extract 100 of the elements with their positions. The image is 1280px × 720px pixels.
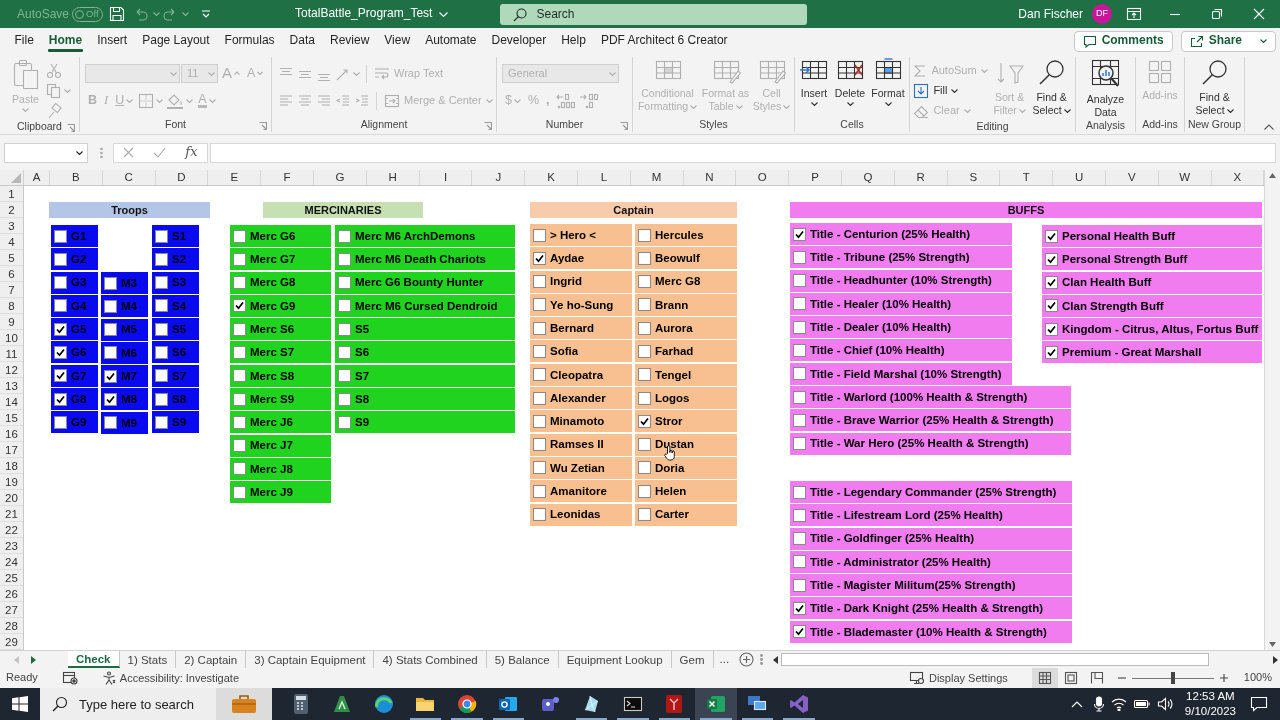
zoom-slider-thumb[interactable] bbox=[1170, 672, 1175, 684]
checkbox[interactable] bbox=[54, 276, 67, 290]
zoom-in-icon[interactable] bbox=[1219, 674, 1228, 682]
analyze-data-button[interactable]: Analyze Data bbox=[1081, 57, 1130, 119]
checkbox[interactable] bbox=[338, 229, 351, 243]
checkbox-option[interactable]: Title - Field Marshal (10% Strength) bbox=[790, 362, 1012, 385]
checkbox-option[interactable]: Title - Blademaster (10% Health & Strength) bbox=[790, 620, 1072, 643]
checkbox[interactable] bbox=[793, 227, 806, 241]
checkbox-option[interactable]: Merc J8 bbox=[230, 457, 331, 480]
checkbox[interactable] bbox=[233, 276, 246, 290]
collapse-ribbon-icon[interactable] bbox=[1264, 124, 1274, 130]
checkbox[interactable] bbox=[793, 437, 806, 451]
checkbox[interactable] bbox=[533, 438, 546, 452]
close-icon[interactable] bbox=[1253, 8, 1265, 20]
checkbox-option[interactable]: Merc G9 bbox=[230, 294, 331, 317]
checkbox[interactable] bbox=[638, 391, 651, 405]
checkbox[interactable] bbox=[155, 229, 168, 243]
checkbox[interactable] bbox=[233, 462, 246, 476]
find-select-button[interactable]: Find & Select bbox=[1192, 57, 1237, 117]
checkbox-option[interactable]: Dustan bbox=[635, 433, 737, 456]
horizontal-scrollbar-thumb[interactable] bbox=[781, 653, 1210, 666]
column-header[interactable]: H bbox=[366, 170, 420, 185]
checkbox[interactable] bbox=[338, 346, 351, 359]
checkbox[interactable] bbox=[638, 345, 651, 358]
checkbox-option[interactable]: Title - Dealer (10% Health) bbox=[790, 316, 1012, 339]
row-header[interactable]: 1 bbox=[0, 186, 23, 202]
row-header[interactable]: 19 bbox=[0, 474, 23, 490]
checkbox[interactable] bbox=[638, 321, 651, 335]
checkbox-option[interactable]: Personal Health Buff bbox=[1042, 225, 1262, 247]
checkbox[interactable] bbox=[638, 461, 651, 475]
checkbox-option[interactable]: Title - Warlord (100% Health & Strength) bbox=[790, 386, 1071, 409]
column-header[interactable]: S bbox=[947, 170, 1001, 185]
checkbox-option[interactable]: Title - Headhunter (10% Strength) bbox=[790, 269, 1012, 292]
user-avatar[interactable]: DF bbox=[1092, 4, 1112, 24]
checkbox-option[interactable]: Doria bbox=[635, 456, 737, 479]
checkbox[interactable] bbox=[338, 369, 351, 383]
checkbox-option[interactable]: Merc M6 ArchDemons bbox=[335, 225, 515, 247]
column-header[interactable]: P bbox=[789, 170, 842, 185]
save-icon[interactable] bbox=[109, 6, 126, 22]
ribbon-display-icon[interactable] bbox=[1126, 7, 1142, 21]
column-header[interactable]: I bbox=[419, 170, 473, 185]
checkbox-option[interactable]: Premium - Great Marshall bbox=[1042, 341, 1262, 364]
checkbox[interactable] bbox=[54, 392, 67, 406]
checkbox[interactable] bbox=[104, 346, 117, 360]
chevron-up-icon[interactable] bbox=[1070, 700, 1083, 708]
checkbox-option[interactable]: S7 bbox=[335, 364, 515, 387]
checkbox[interactable] bbox=[533, 368, 546, 382]
checkbox-option[interactable]: S8 bbox=[335, 388, 515, 411]
speech-bubble-icon[interactable] bbox=[1250, 696, 1268, 712]
checkbox-option[interactable]: Title - Centurion (25% Health) bbox=[790, 223, 1012, 245]
menu-tab[interactable]: PDF Architect 6 Creator bbox=[593, 28, 736, 54]
row-header[interactable]: 7 bbox=[0, 282, 23, 298]
select-all-icon[interactable] bbox=[11, 173, 21, 183]
checkbox[interactable] bbox=[533, 508, 546, 522]
checkbox[interactable] bbox=[338, 392, 351, 406]
checkbox-option[interactable]: Personal Strength Buff bbox=[1042, 248, 1262, 271]
delete-button[interactable]: Delete bbox=[832, 57, 868, 106]
more-sheets-button[interactable]: ... bbox=[713, 651, 736, 668]
checkbox[interactable] bbox=[533, 251, 546, 265]
checkbox-option[interactable]: Title - Tribune (25% Strength) bbox=[790, 246, 1012, 269]
row-header[interactable]: 9 bbox=[0, 314, 23, 330]
checkbox[interactable] bbox=[54, 415, 67, 429]
checkbox-option[interactable]: Stror bbox=[635, 410, 737, 433]
menu-tab[interactable]: File bbox=[7, 28, 42, 54]
checkbox-option[interactable]: Ramses II bbox=[530, 433, 632, 456]
checkbox[interactable] bbox=[54, 229, 67, 243]
checkbox[interactable] bbox=[155, 392, 168, 406]
checkbox[interactable] bbox=[793, 344, 806, 357]
checkbox[interactable] bbox=[638, 414, 651, 428]
checkbox[interactable] bbox=[533, 275, 546, 289]
column-header[interactable]: V bbox=[1105, 170, 1159, 185]
checkbox-option[interactable]: Merc S7 bbox=[230, 341, 331, 364]
checkbox[interactable] bbox=[338, 299, 351, 313]
checkbox-option[interactable]: Title - Goldfinger (25% Health) bbox=[790, 527, 1072, 550]
checkbox[interactable] bbox=[793, 555, 806, 569]
checkbox[interactable] bbox=[793, 250, 806, 264]
checkbox-option[interactable]: Alexander bbox=[530, 387, 632, 410]
menu-tab[interactable]: Developer bbox=[484, 28, 554, 54]
column-header[interactable]: A bbox=[24, 170, 50, 185]
checkbox[interactable] bbox=[233, 346, 246, 359]
column-header[interactable]: J bbox=[472, 170, 526, 185]
checkbox[interactable] bbox=[793, 274, 806, 288]
checkbox[interactable] bbox=[1045, 252, 1058, 266]
zoom-level[interactable]: 100% bbox=[1243, 671, 1272, 685]
menu-tab[interactable]: Page Layout bbox=[134, 28, 218, 54]
row-header[interactable]: 10 bbox=[0, 330, 23, 346]
checkbox[interactable] bbox=[793, 413, 806, 427]
checkbox-option[interactable]: Title - Administrator (25% Health) bbox=[790, 550, 1072, 573]
battery-icon[interactable] bbox=[1132, 698, 1151, 710]
column-header[interactable]: Q bbox=[841, 170, 895, 185]
column-header[interactable]: D bbox=[155, 170, 209, 185]
dialog-launcher-icon[interactable] bbox=[259, 122, 267, 130]
checkbox-option[interactable]: Tengel bbox=[635, 363, 737, 386]
menu-tab[interactable]: View bbox=[376, 28, 418, 54]
checkbox-option[interactable]: Merc G6 Bounty Hunter bbox=[335, 271, 515, 294]
checkbox-option[interactable]: Kingdom - Citrus, Altus, Fortus Buff bbox=[1042, 318, 1262, 341]
checkbox[interactable] bbox=[338, 252, 351, 266]
checkbox[interactable] bbox=[54, 252, 67, 266]
column-header[interactable]: N bbox=[683, 170, 737, 185]
checkbox[interactable] bbox=[533, 461, 546, 475]
